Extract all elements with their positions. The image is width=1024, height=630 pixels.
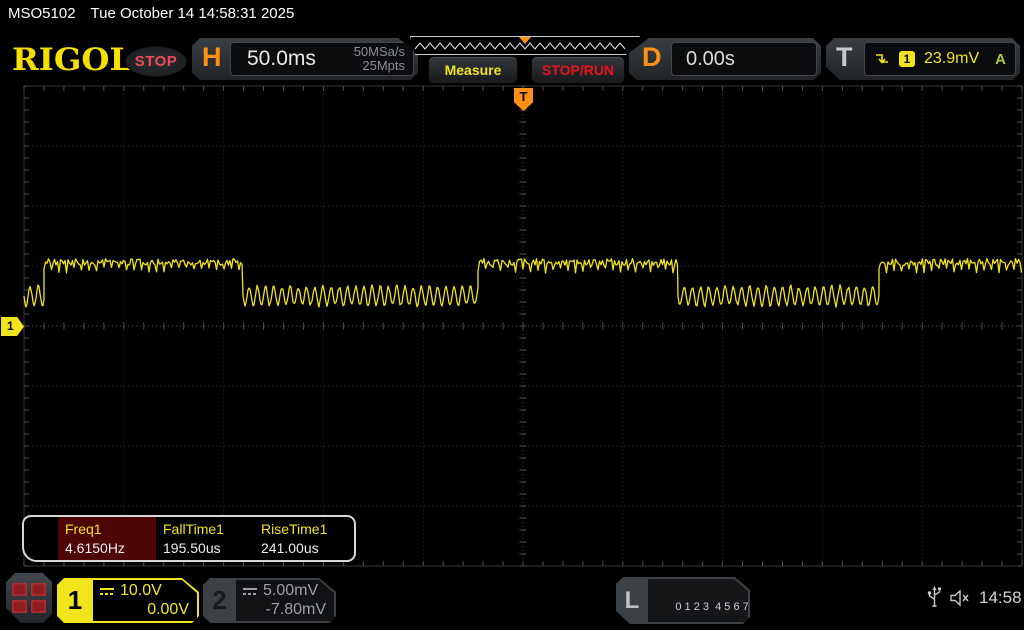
measurement-value: 4.6150Hz (65, 540, 156, 556)
menu-grid-icon (12, 583, 27, 596)
sound-muted-icon[interactable] (949, 589, 974, 607)
dc-coupling-icon (242, 586, 258, 596)
measurement-panel: Freq1 4.6150Hz FallTime1 195.50us RiseTi… (22, 515, 356, 562)
measurement-value: 195.50us (163, 540, 254, 556)
channel1-values: 10.0V 0.00V (93, 580, 197, 621)
clock-label[interactable]: 14:58 (979, 588, 1022, 608)
menu-grid-icon (12, 600, 27, 613)
logic-channels-row1: 0 1 2 3 4 5 6 7 (675, 601, 748, 613)
measurement-item-freq1[interactable]: Freq1 4.6150Hz (58, 517, 156, 560)
oscilloscope-screen: MSO5102 Tue October 14 14:58:31 2025 RIG… (0, 0, 1024, 630)
channel1-number: 1 (57, 578, 93, 623)
measurement-label: Freq1 (65, 521, 156, 537)
channel2-panel[interactable]: 2 5.00mV -7.80mV (203, 578, 336, 623)
channel2-number: 2 (203, 578, 236, 623)
dc-coupling-icon (99, 586, 115, 596)
logic-analyzer-panel[interactable]: L 0 1 2 3 4 5 6 7 8 9 1011 12131415 (616, 577, 750, 624)
usb-icon (926, 586, 943, 610)
channel1-panel[interactable]: 1 10.0V 0.00V (57, 578, 199, 623)
measurement-value: 241.00us (261, 540, 352, 556)
measurement-label: FallTime1 (163, 521, 254, 537)
measurement-label: RiseTime1 (261, 521, 352, 537)
channel1-offset: 0.00V (99, 601, 189, 619)
measurement-item-risetime1[interactable]: RiseTime1 241.00us (254, 517, 352, 560)
measurement-item-falltime1[interactable]: FallTime1 195.50us (156, 517, 254, 560)
channel2-values: 5.00mV -7.80mV (236, 580, 334, 621)
logic-channel-list: 0 1 2 3 4 5 6 7 8 9 1011 12131415 (648, 579, 748, 622)
channel2-scale: 5.00mV (263, 582, 318, 600)
menu-grid-icon (31, 600, 46, 613)
channel1-scale: 10.0V (120, 582, 162, 600)
menu-grid-icon (31, 583, 46, 596)
channel2-offset: -7.80mV (242, 601, 326, 619)
